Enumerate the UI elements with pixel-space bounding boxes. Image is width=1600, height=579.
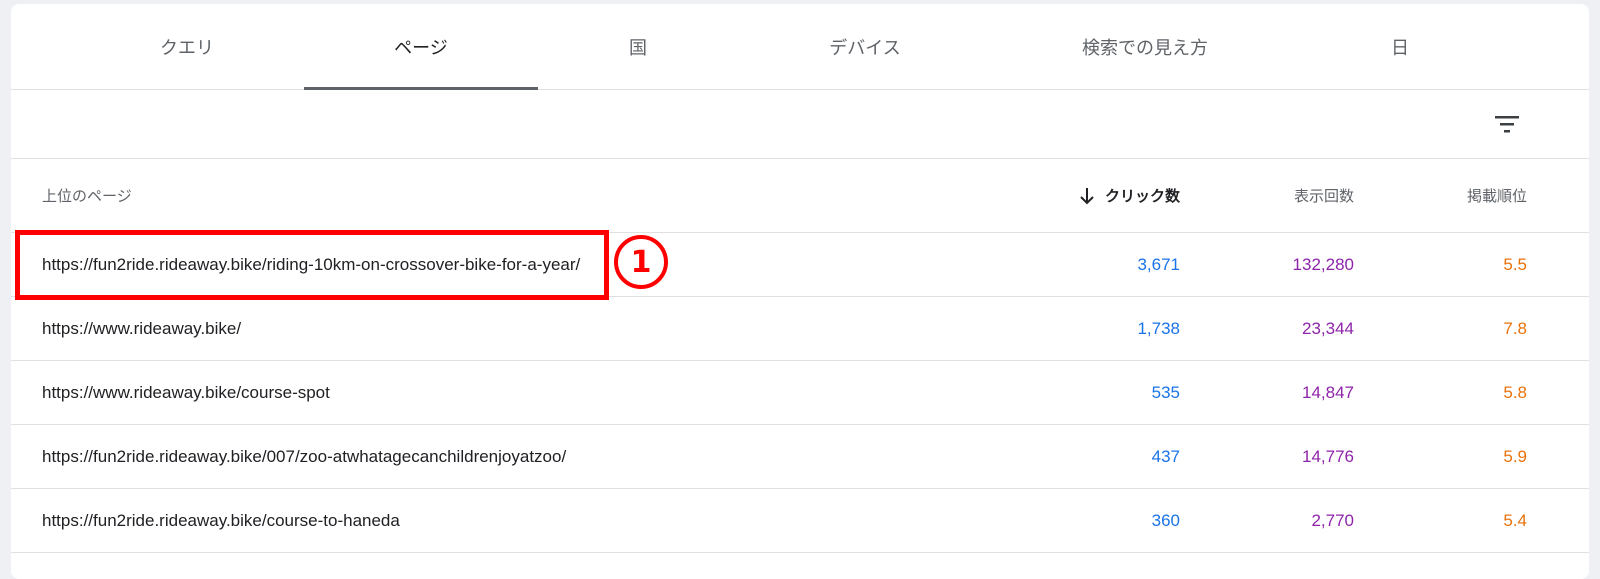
arrow-down-icon [1079, 187, 1095, 205]
column-header-clicks[interactable]: クリック数 [1079, 159, 1180, 232]
annotation-highlight-box [15, 230, 609, 300]
tab-label: 国 [629, 37, 647, 58]
tab-search-appearance[interactable]: 検索での見え方 [1028, 4, 1262, 89]
position-value: 7.8 [1503, 318, 1527, 338]
page-url[interactable]: https://www.rideaway.bike/course-spot [42, 361, 330, 424]
clicks-value: 535 [1151, 382, 1180, 402]
impressions-value: 132,280 [1292, 254, 1354, 274]
impressions-value: 23,344 [1302, 318, 1354, 338]
position-value: 5.4 [1503, 510, 1527, 530]
page-url[interactable]: https://fun2ride.rideaway.bike/007/zoo-a… [42, 425, 566, 488]
position-value: 5.9 [1503, 446, 1527, 466]
tab-label: 日 [1391, 37, 1409, 58]
tab-pages[interactable]: ページ [304, 4, 538, 90]
clicks-value: 3,671 [1137, 254, 1180, 274]
column-header-page: 上位のページ [42, 159, 132, 232]
clicks-value: 360 [1151, 510, 1180, 530]
impressions-value: 14,847 [1302, 382, 1354, 402]
column-header-impressions[interactable]: 表示回数 [1294, 159, 1354, 232]
page-url[interactable]: https://fun2ride.rideaway.bike/course-to… [42, 489, 400, 552]
impressions-value: 14,776 [1302, 446, 1354, 466]
tab-bar: クエリ ページ 国 デバイス 検索での見え方 日 [11, 4, 1589, 90]
tab-label: クエリ [160, 37, 214, 58]
column-header-label: 表示回数 [1293, 188, 1354, 205]
filter-icon[interactable] [1491, 108, 1523, 140]
tab-queries[interactable]: クエリ [70, 4, 304, 89]
tab-label: ページ [394, 37, 448, 58]
column-header-position[interactable]: 掲載順位 [1467, 159, 1527, 232]
tab-devices[interactable]: デバイス [748, 4, 982, 89]
tab-dates[interactable]: 日 [1283, 4, 1517, 89]
table-row[interactable]: https://fun2ride.rideaway.bike/007/zoo-a… [11, 425, 1589, 489]
column-header-label: 掲載順位 [1466, 188, 1527, 205]
tab-countries[interactable]: 国 [521, 4, 755, 89]
position-value: 5.5 [1503, 254, 1527, 274]
clicks-value: 437 [1151, 446, 1180, 466]
tab-label: 検索での見え方 [1082, 37, 1208, 58]
page-url[interactable]: https://www.rideaway.bike/ [42, 297, 241, 360]
table-row[interactable]: https://www.rideaway.bike/course-spot 53… [11, 361, 1589, 425]
column-header-label: クリック数 [1104, 188, 1180, 205]
table-row[interactable]: https://fun2ride.rideaway.bike/course-to… [11, 489, 1589, 553]
table-header: 上位のページ クリック数 表示回数 掲載順位 [11, 159, 1589, 233]
position-value: 5.8 [1503, 382, 1527, 402]
annotation-number-badge: 1 [614, 235, 668, 289]
clicks-value: 1,738 [1137, 318, 1180, 338]
column-header-label: 上位のページ [42, 188, 132, 205]
impressions-value: 2,770 [1311, 510, 1354, 530]
table-row[interactable]: https://www.rideaway.bike/ 1,738 23,344 … [11, 297, 1589, 361]
table-toolbar [11, 90, 1589, 159]
tab-label: デバイス [829, 37, 901, 58]
